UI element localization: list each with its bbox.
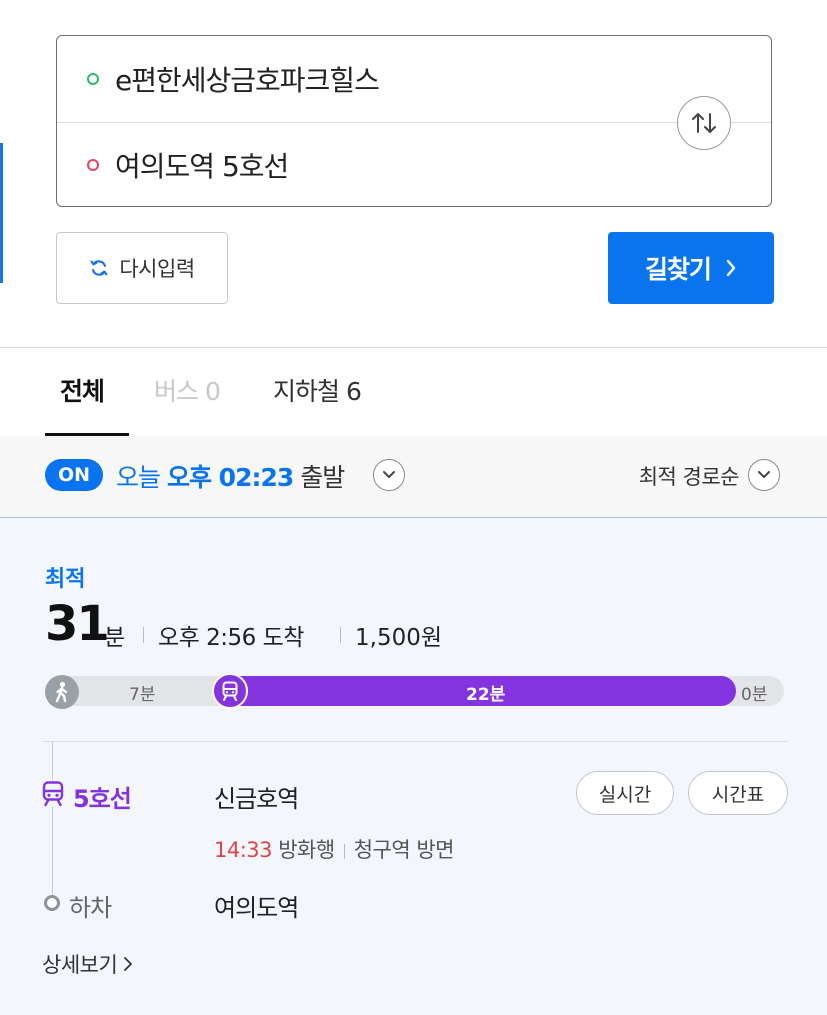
end-walk-duration: 0분 [741,685,768,705]
origin-input[interactable] [115,62,635,96]
meta-separator [340,627,341,643]
route-result-card[interactable]: 최적 31 분 오후 2:56 도착 1,500원 7분 22분 0분 5호선 … [0,518,827,1015]
realtime-on-badge[interactable]: ON [45,459,103,491]
train-departure-time: 14:33 [214,838,273,862]
fare: 1,500원 [355,625,443,651]
train-icon [222,681,238,701]
sort-dropdown-button[interactable] [748,459,780,491]
find-route-label: 길찾기 [644,255,712,284]
origin-row[interactable] [57,36,677,122]
realtime-button[interactable]: 실시간 [576,771,674,815]
boarding-station[interactable]: 신금호역 [214,779,299,814]
departure-dropdown-button[interactable] [373,459,405,491]
subway-segment-icon [212,673,248,709]
train-destination: 방화행 [278,838,335,862]
depart-suffix: 출발 [300,463,345,492]
reset-button-label: 다시입력 [119,257,195,281]
destination-input[interactable] [115,148,635,182]
timetable-button[interactable]: 시간표 [688,771,788,815]
swap-arrows-icon [692,113,716,133]
chevron-down-icon [758,471,770,478]
chevron-down-icon [383,471,395,478]
meta-separator [143,627,144,643]
tab-all[interactable]: 전체 [60,372,105,408]
refresh-icon [90,260,108,276]
timeline-line [52,742,53,900]
chevron-right-icon [124,957,133,971]
view-details-label: 상세보기 [42,953,118,977]
total-duration: 31 [45,596,110,652]
walking-person-icon [55,681,68,703]
find-route-button[interactable]: 길찾기 [608,232,774,304]
train-direction: 청구역 방면 [353,838,455,862]
destination-row[interactable] [57,122,677,208]
walk-duration: 7분 [129,685,156,705]
filter-bar: ON 오늘 오후 02:23 출발 최적 경로순 [0,436,827,518]
train-info-row: 14:33 방화행 청구역 방면 [214,834,454,864]
subway-duration: 22분 [466,685,506,705]
card-divider [42,741,788,742]
swap-button[interactable] [677,96,731,150]
tab-bus[interactable]: 버스 0 [154,372,221,408]
departure-time-selector[interactable]: 오늘 오후 02:23 출발 [116,458,345,494]
walk-segment-icon [45,675,79,709]
best-route-badge: 최적 [45,567,86,592]
arrival-time: 오후 2:56 도착 [158,625,304,651]
alight-dot-icon [44,895,60,911]
subway-line-name: 5호선 [73,785,132,813]
reset-button[interactable]: 다시입력 [56,232,228,304]
info-separator [343,843,345,859]
left-edge-accent [0,143,3,283]
alight-station[interactable]: 여의도역 [214,888,299,923]
tab-subway[interactable]: 지하철 6 [273,372,362,408]
section-divider [0,347,827,348]
view-details-link[interactable]: 상세보기 [42,949,133,979]
destination-dot-icon [87,159,99,171]
chevron-right-icon [726,259,736,277]
origin-dot-icon [87,73,99,85]
departure-time: 오후 02:23 [166,463,294,492]
route-search-box [56,35,772,207]
duration-unit: 분 [104,625,126,651]
sort-selector[interactable]: 최적 경로순 [639,461,740,491]
alight-label: 하차 [69,894,112,922]
today-label: 오늘 [116,463,161,492]
subway-line-icon [41,781,65,811]
